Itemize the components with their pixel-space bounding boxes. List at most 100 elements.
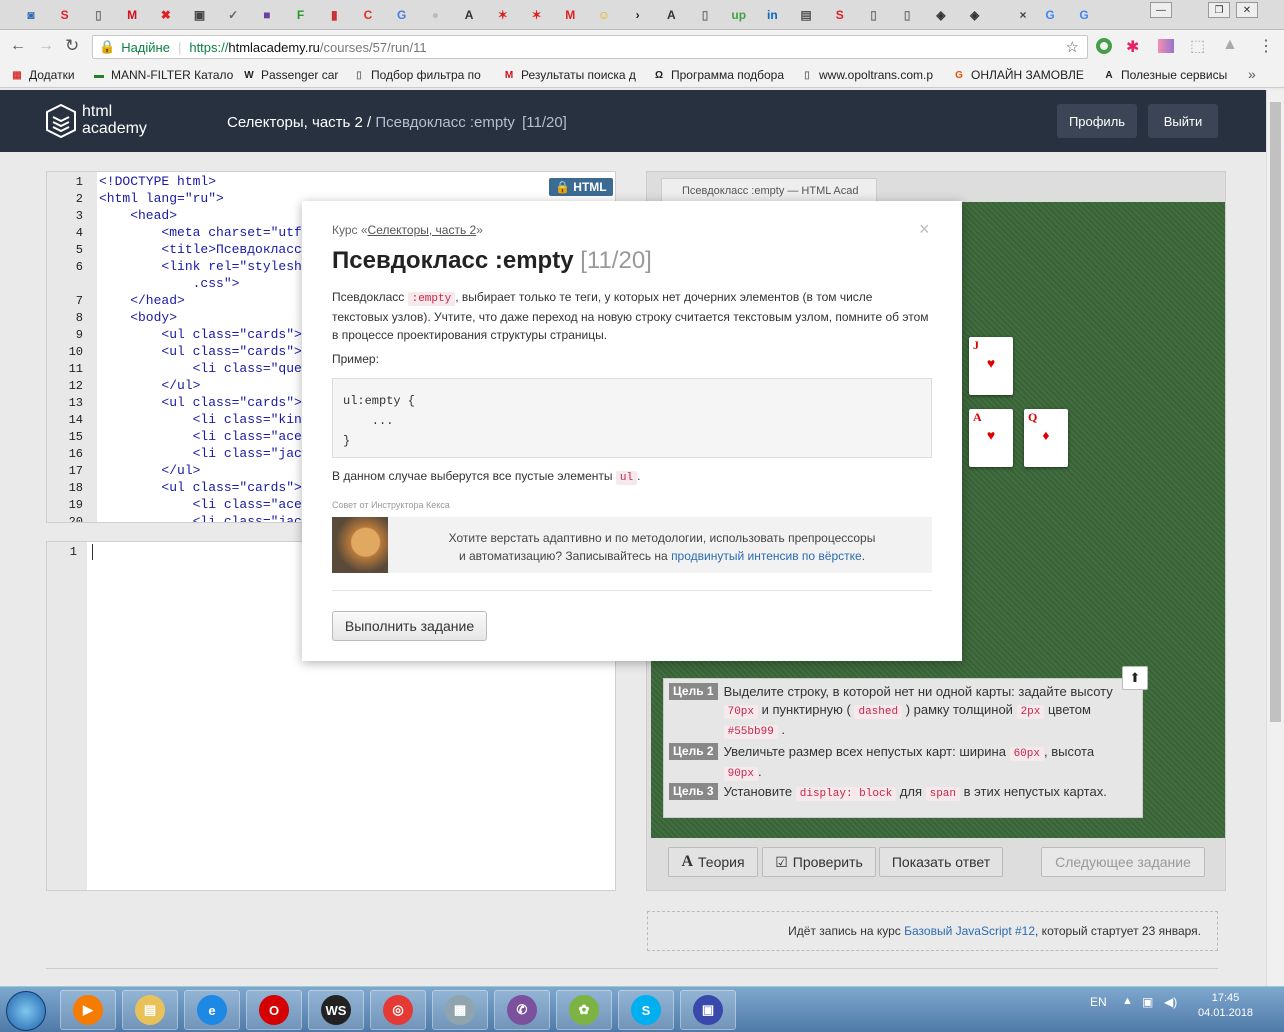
collapse-tasks-button[interactable]: ⬆ <box>1122 666 1148 690</box>
goal-code: 60px <box>1009 747 1044 761</box>
star-icon[interactable]: ☆ <box>1066 38 1079 56</box>
browser-tab[interactable]: ▣ <box>186 3 214 27</box>
taskbar-app[interactable]: ✆ <box>494 990 550 1030</box>
extension-o-icon[interactable] <box>1096 38 1112 54</box>
browser-tab[interactable]: C <box>354 3 382 27</box>
browser-tab[interactable]: S <box>826 3 854 27</box>
bookmark-item[interactable]: ▯ www.opoltrans.com.p <box>800 68 942 82</box>
language-indicator[interactable]: EN <box>1090 995 1107 1009</box>
check-button[interactable]: ☑ Проверить <box>762 847 876 877</box>
browser-tab[interactable]: ▤ <box>792 3 820 27</box>
browser-tab[interactable]: ▮ <box>320 3 348 27</box>
browser-tab[interactable]: G <box>1070 3 1098 27</box>
browser-tab[interactable]: ◈ <box>927 3 955 27</box>
bookmark-item[interactable]: G ОНЛАЙН ЗАМОВЛЕ <box>952 68 1092 82</box>
browser-tab[interactable]: A <box>455 3 483 27</box>
taskbar-app[interactable]: ▤ <box>122 990 178 1030</box>
next-task-button[interactable]: Следующее задание <box>1041 847 1205 877</box>
browser-tab[interactable]: S <box>51 3 79 27</box>
profile-button[interactable]: Профиль <box>1057 104 1137 138</box>
browser-tab[interactable]: in <box>758 3 786 27</box>
bookmark-item[interactable]: W Passenger car <box>242 68 342 82</box>
extension-pdf-icon[interactable]: ⬚ <box>1190 36 1205 56</box>
page-scrollbar[interactable] <box>1266 90 1284 986</box>
extension-drive-icon[interactable]: ▲ <box>1222 36 1238 54</box>
browser-tab[interactable]: ◙ <box>17 3 45 27</box>
theory-a-icon: A <box>681 853 694 870</box>
browser-tab[interactable]: F <box>287 3 315 27</box>
browser-tab[interactable]: › <box>624 3 652 27</box>
bookmark-item[interactable]: Ω Программа подбора <box>652 68 792 82</box>
promo-link[interactable]: Базовый JavaScript #12 <box>904 924 1035 938</box>
bookmark-item[interactable]: A Полезные сервисы <box>1102 68 1234 82</box>
browser-tab[interactable]: M <box>556 3 584 27</box>
bookmark-item[interactable]: ▬ MANN-FILTER Катало <box>92 68 234 82</box>
browser-tab[interactable]: M <box>118 3 146 27</box>
wix-icon: W <box>244 69 254 81</box>
browser-tab[interactable]: ■ <box>253 3 281 27</box>
page3-icon: ▯ <box>870 8 877 22</box>
forward-icon[interactable]: → <box>38 37 54 55</box>
back-icon[interactable]: ← <box>10 37 26 55</box>
browser-tab[interactable]: G <box>388 3 416 27</box>
tray-arrow-icon[interactable]: ▲ <box>1122 995 1133 1007</box>
browser-tab[interactable]: ▯ <box>691 3 719 27</box>
taskbar-app[interactable]: S <box>618 990 674 1030</box>
complete-task-button[interactable]: Выполнить задание <box>332 611 487 641</box>
close-window-button[interactable]: ✕ <box>1236 2 1258 18</box>
browser-tab[interactable]: ☺ <box>590 3 618 27</box>
code-line: <ul class="cards"> <box>99 395 302 410</box>
breadcrumb-course[interactable]: Селекторы, часть 2 <box>227 114 363 131</box>
taskbar-app[interactable]: O <box>246 990 302 1030</box>
academy-logo-icon[interactable] <box>46 103 76 139</box>
browser-tab[interactable]: up <box>725 3 753 27</box>
menu-icon[interactable]: ⋮ <box>1258 36 1274 56</box>
reload-icon[interactable]: ↻ <box>65 36 79 56</box>
browser-tab[interactable]: × <box>1012 3 1034 27</box>
modal-course-link[interactable]: Селекторы, часть 2 <box>368 223 477 237</box>
browser-tab[interactable]: ✓ <box>219 3 247 27</box>
close-icon[interactable]: × <box>919 219 930 240</box>
minimize-button[interactable]: — <box>1150 2 1172 18</box>
browser-tab[interactable]: ▯ <box>84 3 112 27</box>
url-field[interactable]: 🔒 Надійне | https://htmlacademy.ru/cours… <box>92 35 1088 59</box>
start-button[interactable] <box>6 991 46 1031</box>
tip-link[interactable]: продвинутый интенсив по вёрстке <box>671 549 862 563</box>
browser-tab[interactable]: A <box>657 3 685 27</box>
network-icon[interactable]: ▣ <box>1142 995 1153 1009</box>
taskbar-app[interactable]: ▦ <box>432 990 488 1030</box>
theory-button[interactable]: A Теория <box>668 847 758 877</box>
taskbar-app[interactable]: ▶ <box>60 990 116 1030</box>
scrollbar-thumb[interactable] <box>1270 102 1281 722</box>
bookmark-item[interactable]: M Результаты поиска д <box>502 68 644 82</box>
code-line: </ul> <box>99 378 201 393</box>
taskbar-app[interactable]: ◎ <box>370 990 426 1030</box>
browser-tab[interactable]: G <box>1036 3 1064 27</box>
browser-tab[interactable]: ✶ <box>489 3 517 27</box>
maximize-button[interactable]: ❐ <box>1208 2 1230 18</box>
taskbar-app[interactable]: WS <box>308 990 364 1030</box>
browser-tab[interactable]: ▯ <box>860 3 888 27</box>
bulb-icon: ● <box>431 8 440 22</box>
bookmark-item[interactable]: ▦ Додатки <box>10 68 84 82</box>
taskbar-app[interactable]: ✿ <box>556 990 612 1030</box>
volume-icon[interactable]: ◀) <box>1164 995 1177 1009</box>
logout-button[interactable]: Выйти <box>1148 104 1218 138</box>
taskbar-app[interactable]: e <box>184 990 240 1030</box>
show-answer-button[interactable]: Показать ответ <box>879 847 1003 877</box>
browser-tab-strip: ◙ S ▯ M ✖ ▣ ✓ ■ F ▮ C G ● A ✶ ✶ M ☺ › A ▯ up in ▤ S ▯ ▯ ◈ ◈ × G G — ❐ ✕ <box>0 0 1284 30</box>
bookmark-label: ОНЛАЙН ЗАМОВЛЕ <box>971 68 1084 82</box>
goal-text-part: Установите <box>723 784 796 799</box>
clock[interactable]: 17:45 04.01.2018 <box>1198 991 1253 1021</box>
extension-gradient-icon[interactable] <box>1158 39 1174 53</box>
logo-text[interactable]: html academy <box>82 103 147 137</box>
browser-tab[interactable]: ◈ <box>961 3 989 27</box>
taskbar-app[interactable]: ▣ <box>680 990 736 1030</box>
bookmarks-more-icon[interactable]: » <box>1248 66 1256 82</box>
browser-tab[interactable]: ● <box>421 3 449 27</box>
extension-color-icon[interactable]: ✱ <box>1126 37 1139 57</box>
browser-tab[interactable]: ✖ <box>152 3 180 27</box>
browser-tab[interactable]: ✶ <box>523 3 551 27</box>
bookmark-item[interactable]: ▯ Подбор фильтра по <box>352 68 494 82</box>
browser-tab[interactable]: ▯ <box>893 3 921 27</box>
